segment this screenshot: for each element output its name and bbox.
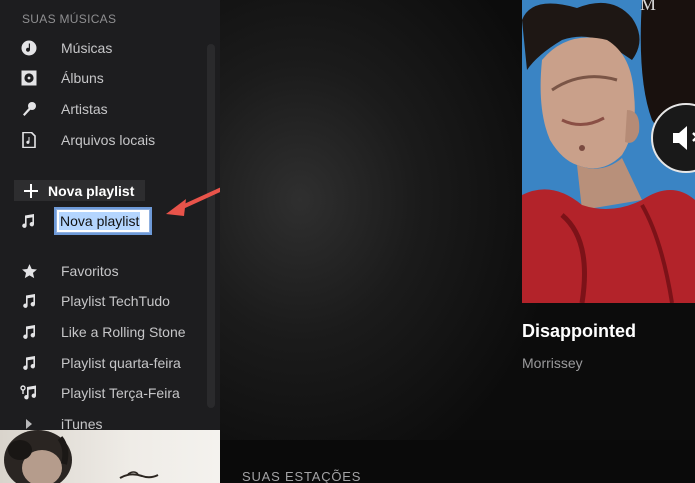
new-playlist-label: Nova playlist [48, 182, 135, 199]
sidebar-item-label: Arquivos locais [61, 132, 156, 148]
sidebar-item-local-files[interactable]: Arquivos locais [0, 127, 208, 153]
playlist-name-input[interactable]: Nova playlist [56, 209, 150, 233]
sidebar-scrollbar[interactable] [207, 44, 215, 408]
sidebar-item-playlist-quarta-feira[interactable]: Playlist quarta-feira [0, 350, 208, 376]
section-title-your-music: SUAS MÚSICAS [22, 12, 117, 26]
main-content: M Disappointed Morrissey [220, 0, 695, 440]
sidebar-item-label: Like a Rolling Stone [61, 324, 186, 340]
cover-artwork-image [4, 430, 159, 483]
sidebar-item-playlist-techtudo[interactable]: Playlist TechTudo [0, 288, 208, 314]
sidebar-item-favorites[interactable]: Favoritos [0, 258, 208, 284]
plus-icon [24, 183, 38, 198]
triangle-right-icon [20, 415, 38, 430]
sidebar-item-artists[interactable]: Artistas [0, 96, 208, 122]
sidebar-item-label: Álbuns [61, 70, 104, 86]
sidebar-item-like-a-rolling-stone[interactable]: Like a Rolling Stone [0, 319, 208, 345]
now-playing-title[interactable]: Disappointed [522, 321, 636, 342]
sidebar-item-albums[interactable]: Álbuns [0, 65, 208, 91]
sidebar-item-label: Favoritos [61, 263, 119, 279]
sidebar-item-label: Músicas [61, 40, 113, 56]
volume-button[interactable] [651, 103, 695, 173]
music-note-icon [20, 323, 38, 341]
star-icon [20, 262, 38, 280]
album-icon [20, 69, 38, 87]
music-note-icon [20, 292, 38, 310]
sidebar-item-label: Playlist TechTudo [61, 293, 170, 309]
music-disc-icon [20, 39, 38, 57]
sidebar-item-songs[interactable]: Músicas [0, 35, 208, 61]
collab-playlist-icon [20, 384, 38, 402]
sidebar-item-label: Playlist Terça-Feira [61, 385, 180, 401]
stations-section: SUAS ESTAÇÕES [220, 440, 695, 483]
stations-section-title: SUAS ESTAÇÕES [242, 469, 362, 483]
now-playing-cover-thumbnail[interactable] [0, 430, 220, 483]
sidebar-item-label: iTunes [61, 416, 103, 430]
sidebar-item-label: Artistas [61, 101, 108, 117]
music-note-icon [20, 354, 38, 372]
now-playing-artist[interactable]: Morrissey [522, 355, 583, 371]
speaker-icon [673, 126, 695, 150]
sidebar-item-itunes[interactable]: iTunes [0, 411, 208, 430]
local-file-icon [20, 131, 38, 149]
playlist-name-selected-text: Nova playlist [59, 212, 141, 230]
svg-text:M: M [640, 0, 656, 14]
microphone-icon [20, 100, 38, 118]
new-playlist-row [0, 208, 54, 234]
sidebar-item-playlist-terca-feira[interactable]: Playlist Terça-Feira [0, 380, 208, 406]
music-note-icon [20, 212, 36, 230]
sidebar-item-label: Playlist quarta-feira [61, 355, 181, 371]
new-playlist-button[interactable]: Nova playlist [14, 180, 145, 201]
